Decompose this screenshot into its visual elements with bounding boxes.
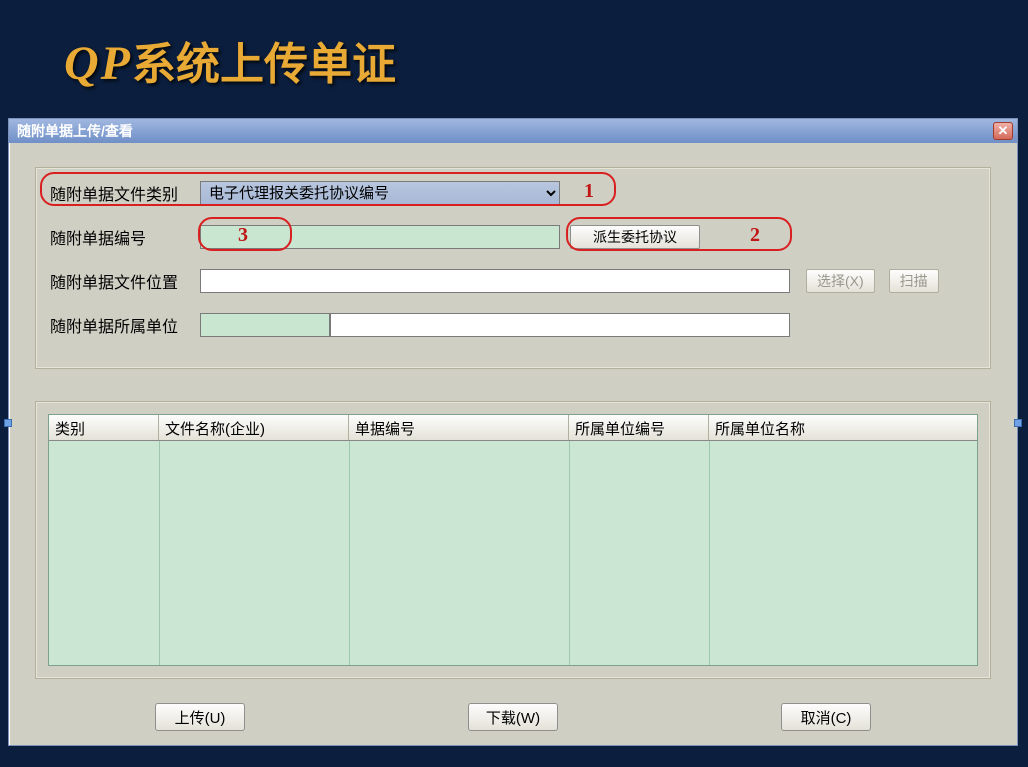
file-type-label: 随附单据文件类别 (50, 181, 200, 205)
dialog-window: 随附单据上传/查看 ✕ 随附单据文件类别 电子代理报关委托协议编号 1 随附单据… (8, 118, 1018, 746)
selection-handle (1014, 419, 1022, 427)
row-company: 随附单据所属单位 (50, 310, 976, 340)
grid-body[interactable] (49, 441, 977, 665)
callout-number-3: 3 (238, 224, 248, 247)
row-file-type: 随附单据文件类别 电子代理报关委托协议编号 1 (50, 178, 976, 208)
col-filename[interactable]: 文件名称(企业) (159, 415, 349, 440)
file-pos-label: 随附单据文件位置 (50, 269, 200, 293)
callout-number-1: 1 (584, 180, 594, 203)
select-button: 选择(X) (806, 269, 875, 293)
row-doc-number: 随附单据编号 派生委托协议 3 2 (50, 222, 976, 252)
titlebar: 随附单据上传/查看 ✕ (9, 119, 1017, 143)
callout-number-2: 2 (750, 224, 760, 247)
file-type-dropdown[interactable]: 电子代理报关委托协议编号 (200, 181, 560, 205)
cancel-button[interactable]: 取消(C) (781, 703, 871, 731)
col-company-code[interactable]: 所属单位编号 (569, 415, 709, 440)
scan-button: 扫描 (889, 269, 939, 293)
grid-header: 类别 文件名称(企业) 单据编号 所属单位编号 所属单位名称 (49, 415, 977, 441)
company-label: 随附单据所属单位 (50, 313, 200, 337)
slide-title-prefix: QP (64, 37, 132, 90)
dialog-title: 随附单据上传/查看 (17, 121, 133, 141)
col-type[interactable]: 类别 (49, 415, 159, 440)
doc-no-label: 随附单据编号 (50, 225, 200, 249)
row-file-position: 随附单据文件位置 选择(X) 扫描 (50, 266, 976, 296)
grid: 类别 文件名称(企业) 单据编号 所属单位编号 所属单位名称 (48, 414, 978, 666)
doc-no-input[interactable] (200, 225, 560, 249)
col-company-name[interactable]: 所属单位名称 (709, 415, 977, 440)
company-code-input[interactable] (200, 313, 330, 337)
upload-button[interactable]: 上传(U) (155, 703, 245, 731)
derive-agreement-button[interactable]: 派生委托协议 (570, 225, 700, 249)
slide-title-rest: 系统上传单证 (132, 40, 396, 89)
form-panel: 随附单据文件类别 电子代理报关委托协议编号 1 随附单据编号 派生委托协议 3 … (35, 167, 991, 369)
selection-handle (4, 419, 12, 427)
download-button[interactable]: 下载(W) (468, 703, 558, 731)
grid-panel: 类别 文件名称(企业) 单据编号 所属单位编号 所属单位名称 (35, 401, 991, 679)
company-name-input[interactable] (330, 313, 790, 337)
footer-buttons: 上传(U) 下载(W) 取消(C) (35, 703, 991, 731)
close-icon[interactable]: ✕ (993, 122, 1013, 140)
file-pos-input[interactable] (200, 269, 790, 293)
slide-title: QP系统上传单证 (64, 28, 396, 92)
col-docno[interactable]: 单据编号 (349, 415, 569, 440)
